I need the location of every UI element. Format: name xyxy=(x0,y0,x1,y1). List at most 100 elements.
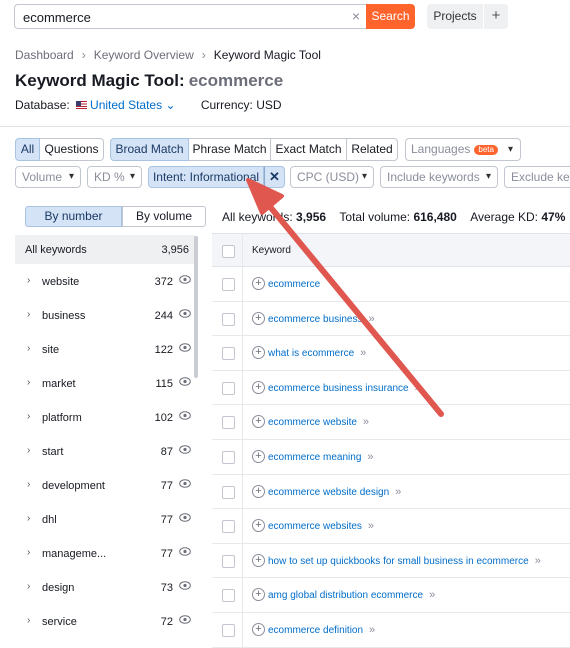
double-chevron-icon[interactable]: » xyxy=(429,589,435,601)
group-item[interactable]: › development 77 xyxy=(15,468,195,502)
row-checkbox[interactable] xyxy=(222,347,235,361)
double-chevron-icon[interactable]: » xyxy=(369,624,375,636)
row-checkbox[interactable] xyxy=(222,589,235,603)
intent-filter[interactable]: Intent: Informational xyxy=(148,166,264,188)
database-selector[interactable]: United States ⌄ xyxy=(90,98,175,112)
breadcrumb-keyword-overview[interactable]: Keyword Overview xyxy=(94,48,194,62)
add-to-list-plus-icon[interactable]: + xyxy=(252,380,265,394)
eye-icon[interactable] xyxy=(179,275,191,284)
group-item[interactable]: › site 122 xyxy=(15,332,195,366)
row-checkbox[interactable] xyxy=(222,278,235,291)
projects-button[interactable]: Projects xyxy=(427,4,483,29)
keyword-link[interactable]: ecommerce meaning » xyxy=(268,451,374,463)
row-checkbox[interactable] xyxy=(222,450,235,464)
eye-icon[interactable] xyxy=(179,547,191,556)
group-item[interactable]: › manageme... 77 xyxy=(15,536,195,570)
group-item[interactable]: › market 115 xyxy=(15,366,195,400)
tab-related[interactable]: Related xyxy=(347,138,398,161)
double-chevron-icon[interactable]: » xyxy=(368,313,374,325)
group-item[interactable]: › platform 102 xyxy=(15,400,195,434)
search-button[interactable]: Search xyxy=(366,4,415,29)
clear-icon[interactable]: × xyxy=(352,8,360,24)
group-item[interactable]: › website 372 xyxy=(15,264,195,298)
group-count: 77 xyxy=(160,514,173,526)
group-by-number-button[interactable]: By number xyxy=(25,206,122,227)
group-item[interactable]: › service 72 xyxy=(15,604,195,638)
kd-filter[interactable]: KD % ▾ xyxy=(87,166,142,188)
double-chevron-icon[interactable]: » xyxy=(363,416,369,428)
eye-icon[interactable] xyxy=(179,343,191,352)
double-chevron-icon[interactable]: » xyxy=(395,486,401,498)
keyword-link[interactable]: ecommerce websites » xyxy=(268,520,374,532)
tab-questions[interactable]: Questions xyxy=(40,138,104,161)
include-keywords-filter[interactable]: Include keywords ▾ xyxy=(380,166,498,188)
eye-icon[interactable] xyxy=(179,377,191,386)
row-checkbox[interactable] xyxy=(222,554,235,568)
select-all-checkbox[interactable] xyxy=(222,245,235,258)
eye-icon[interactable] xyxy=(179,615,191,624)
tab-phrase-match[interactable]: Phrase Match xyxy=(189,138,271,161)
all-keywords-group[interactable]: All keywords 3,956 xyxy=(15,235,195,264)
keyword-link[interactable]: ecommerce definition » xyxy=(268,624,375,636)
add-to-list-plus-icon[interactable]: + xyxy=(252,346,265,360)
group-item[interactable]: › design 73 xyxy=(15,570,195,604)
keyword-search-input[interactable]: ecommerce × xyxy=(14,4,366,29)
add-to-list-plus-icon[interactable]: + xyxy=(252,484,265,498)
keyword-link[interactable]: what is ecommerce » xyxy=(268,347,366,359)
keyword-link[interactable]: ecommerce business insurance » xyxy=(268,382,421,394)
languages-label: Languages xyxy=(411,142,471,156)
eye-icon[interactable] xyxy=(179,581,191,590)
double-chevron-icon[interactable]: » xyxy=(360,347,366,359)
keyword-link[interactable]: ecommerce website » xyxy=(268,416,369,428)
row-checkbox[interactable] xyxy=(222,485,235,499)
keyword-link[interactable]: amg global distribution ecommerce » xyxy=(268,589,435,601)
keyword-text: ecommerce meaning xyxy=(268,451,362,463)
double-chevron-icon[interactable]: » xyxy=(367,451,373,463)
row-checkbox[interactable] xyxy=(222,416,235,430)
tab-all[interactable]: All xyxy=(15,138,40,161)
row-checkbox[interactable] xyxy=(222,520,235,534)
add-to-list-plus-icon[interactable]: + xyxy=(252,449,265,463)
cpc-filter[interactable]: CPC (USD) ▾ xyxy=(290,166,374,188)
tab-broad-match[interactable]: Broad Match xyxy=(110,138,189,161)
keyword-link[interactable]: how to set up quickbooks for small busin… xyxy=(268,555,541,567)
add-to-list-plus-icon[interactable]: + xyxy=(252,311,265,325)
double-chevron-icon[interactable]: » xyxy=(368,520,374,532)
eye-icon[interactable] xyxy=(179,479,191,488)
eye-icon[interactable] xyxy=(179,513,191,522)
eye-icon[interactable] xyxy=(179,309,191,318)
add-to-list-plus-icon[interactable]: + xyxy=(252,277,265,290)
breadcrumb-dashboard[interactable]: Dashboard xyxy=(15,48,74,62)
add-to-list-plus-icon[interactable]: + xyxy=(252,622,265,636)
volume-filter[interactable]: Volume ▾ xyxy=(15,166,81,188)
double-chevron-icon[interactable]: » xyxy=(535,555,541,567)
eye-icon[interactable] xyxy=(179,445,191,454)
chevron-right-icon: › xyxy=(27,513,31,524)
keyword-link[interactable]: ecommerce website design » xyxy=(268,486,401,498)
remove-intent-filter-close-icon[interactable]: ✕ xyxy=(264,166,285,188)
group-count: 244 xyxy=(154,310,173,322)
add-to-list-plus-icon[interactable]: + xyxy=(252,553,265,567)
add-to-list-plus-icon[interactable]: + xyxy=(252,519,265,533)
keyword-link[interactable]: ecommerce xyxy=(268,278,326,290)
groups-scrollbar[interactable] xyxy=(194,236,198,378)
chevron-down-icon: ▾ xyxy=(361,171,367,182)
keyword-column-header[interactable]: Keyword xyxy=(252,245,291,256)
keyword-link[interactable]: ecommerce business » xyxy=(268,313,375,325)
row-checkbox[interactable] xyxy=(222,381,235,395)
group-by-volume-button[interactable]: By volume xyxy=(122,206,206,227)
eye-icon[interactable] xyxy=(179,411,191,420)
languages-dropdown[interactable]: Languages beta ▾ xyxy=(405,138,521,161)
group-item[interactable]: › business 244 xyxy=(15,298,195,332)
tab-exact-match[interactable]: Exact Match xyxy=(271,138,347,161)
row-checkbox[interactable] xyxy=(222,312,235,326)
exclude-keywords-filter[interactable]: Exclude key xyxy=(504,166,570,188)
page-title: Keyword Magic Tool: ecommerce xyxy=(15,71,283,91)
double-chevron-icon[interactable]: » xyxy=(415,382,421,394)
add-to-list-plus-icon[interactable]: + xyxy=(252,588,265,602)
add-to-list-plus-icon[interactable]: + xyxy=(252,415,265,429)
group-item[interactable]: › dhl 77 xyxy=(15,502,195,536)
group-item[interactable]: › start 87 xyxy=(15,434,195,468)
add-project-button[interactable]: + xyxy=(484,4,508,29)
row-checkbox[interactable] xyxy=(222,623,235,637)
